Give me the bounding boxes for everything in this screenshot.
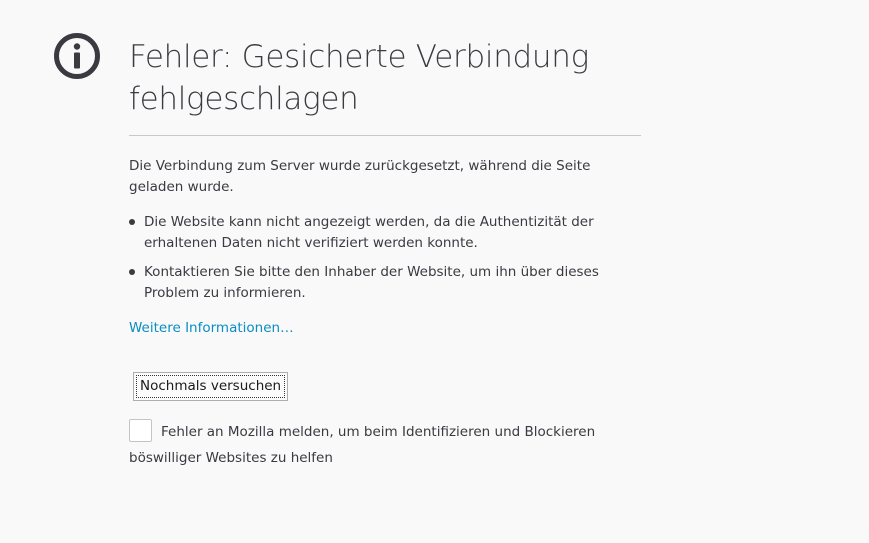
- bullet-dot-icon: [129, 269, 135, 275]
- error-container: Fehler: Gesicherte Verbindung fehlgeschl…: [129, 36, 641, 471]
- error-bullets: Die Website kann nicht angezeigt werden,…: [129, 212, 641, 304]
- info-circle-icon: [54, 33, 100, 79]
- report-label[interactable]: Fehler an Mozilla melden, um beim Identi…: [129, 424, 595, 466]
- report-row: Fehler an Mozilla melden, um beim Identi…: [129, 419, 641, 471]
- bullet-text: Kontaktieren Sie bitte den Inhaber der W…: [144, 264, 599, 301]
- report-checkbox[interactable]: [129, 419, 152, 442]
- retry-button[interactable]: Nochmals versuchen: [133, 372, 289, 401]
- list-item: Kontaktieren Sie bitte den Inhaber der W…: [129, 262, 641, 304]
- list-item: Die Website kann nicht angezeigt werden,…: [129, 212, 641, 254]
- bullet-text: Die Website kann nicht angezeigt werden,…: [144, 214, 594, 251]
- error-description: Die Verbindung zum Server wurde zurückge…: [129, 158, 591, 195]
- more-info-link[interactable]: Weitere Informationen…: [129, 318, 294, 339]
- page-title: Fehler: Gesicherte Verbindung fehlgeschl…: [129, 36, 641, 136]
- bullet-dot-icon: [129, 219, 135, 225]
- retry-wrapper: Nochmals versuchen: [133, 372, 641, 401]
